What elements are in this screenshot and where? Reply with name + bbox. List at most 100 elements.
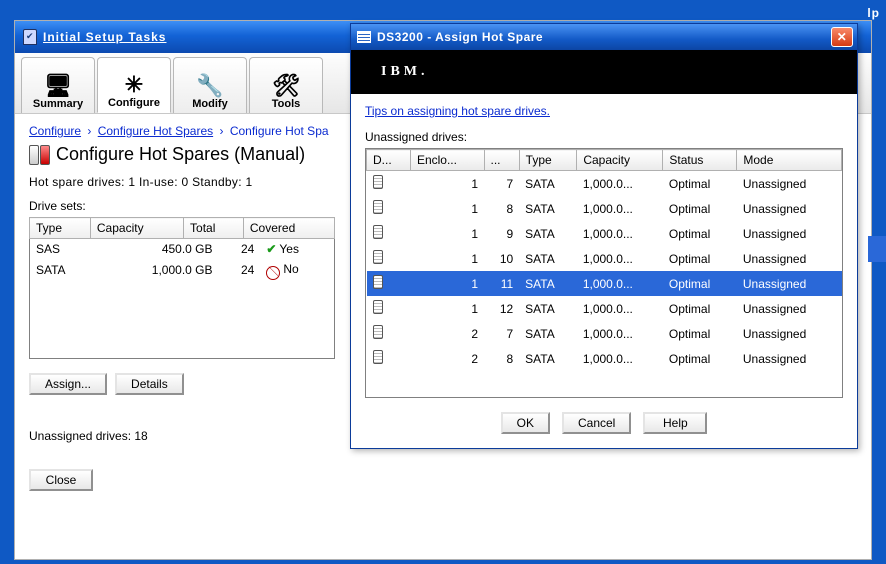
column-header[interactable]: Covered: [243, 218, 334, 239]
cell: SATA: [519, 171, 577, 197]
drive-icon: [373, 300, 383, 314]
cell: SATA: [519, 221, 577, 246]
cell: SATA: [519, 196, 577, 221]
breadcrumb-configure[interactable]: Configure: [29, 124, 81, 138]
cell: 1: [410, 171, 484, 197]
cell: 1,000.0...: [577, 346, 663, 371]
unassigned-drive-row[interactable]: 19SATA1,000.0...OptimalUnassigned: [367, 221, 842, 246]
drive-icon: [373, 350, 383, 364]
cell: 11: [484, 271, 519, 296]
tab-label: Configure: [108, 97, 160, 109]
covered-text: Yes: [279, 242, 299, 256]
drive-icon-cell: [367, 196, 411, 221]
unassigned-drive-row[interactable]: 112SATA1,000.0...OptimalUnassigned: [367, 296, 842, 321]
breadcrumb-hot-spares[interactable]: Configure Hot Spares: [98, 124, 213, 138]
cell: 1,000.0...: [577, 296, 663, 321]
tab-label: Modify: [192, 98, 227, 110]
column-header[interactable]: Type: [519, 150, 577, 171]
unassigned-drive-row[interactable]: 110SATA1,000.0...OptimalUnassigned: [367, 246, 842, 271]
dialog-title: DS3200 - Assign Hot Spare: [377, 30, 543, 44]
tab-label: Tools: [272, 98, 301, 110]
modify-icon: 🔧: [196, 74, 223, 98]
cell: 1: [410, 246, 484, 271]
chevron-right-icon: ›: [219, 124, 223, 138]
column-header[interactable]: D...: [367, 150, 411, 171]
tab-configure[interactable]: ✳Configure: [97, 57, 171, 113]
drive-set-row[interactable]: SAS450.0 GB24✔Yes: [30, 239, 334, 259]
drive-set-row[interactable]: SATA1,000.0 GB24＼No: [30, 259, 334, 281]
drive-icon-cell: [367, 346, 411, 371]
cell: Unassigned: [737, 271, 842, 296]
tab-tools[interactable]: 🛠Tools: [249, 57, 323, 113]
unassigned-drives-table[interactable]: D...Enclo......TypeCapacityStatusMode 17…: [365, 148, 843, 398]
dialog-app-icon: [357, 31, 371, 43]
column-header[interactable]: Enclo...: [410, 150, 484, 171]
covered-text: No: [283, 262, 298, 276]
cell: Unassigned: [737, 246, 842, 271]
unassigned-drive-row[interactable]: 28SATA1,000.0...OptimalUnassigned: [367, 346, 842, 371]
chevron-right-icon: ›: [87, 124, 91, 138]
help-button[interactable]: Help: [643, 412, 707, 434]
column-header[interactable]: Mode: [737, 150, 842, 171]
cell: 1: [410, 271, 484, 296]
cell: 7: [484, 171, 519, 197]
tab-summary[interactable]: 🖥Summary: [21, 57, 95, 113]
breadcrumb-last: Configure Hot Spa: [230, 124, 329, 138]
column-header[interactable]: Total: [184, 218, 244, 239]
check-icon: ✔: [266, 242, 276, 256]
drive-sets-table[interactable]: TypeCapacityTotalCovered: [29, 217, 335, 239]
cell: 7: [484, 321, 519, 346]
cancel-button[interactable]: Cancel: [562, 412, 631, 434]
dialog-close-button[interactable]: ✕: [831, 27, 853, 47]
ok-button[interactable]: OK: [501, 412, 550, 434]
drive-icon: [373, 175, 383, 189]
cell: 1: [410, 296, 484, 321]
unassigned-drive-row[interactable]: 27SATA1,000.0...OptimalUnassigned: [367, 321, 842, 346]
cell: Optimal: [663, 271, 737, 296]
unassigned-drive-row[interactable]: 17SATA1,000.0...OptimalUnassigned: [367, 171, 842, 197]
cell: 10: [484, 246, 519, 271]
cell: 450.0 GB: [99, 239, 219, 259]
cell: Unassigned: [737, 321, 842, 346]
cell: 1,000.0...: [577, 246, 663, 271]
column-header[interactable]: Capacity: [90, 218, 183, 239]
covered-cell: ✔Yes: [260, 239, 334, 259]
cell: 9: [484, 221, 519, 246]
assign-button[interactable]: Assign...: [29, 373, 107, 395]
cell: 1,000.0...: [577, 171, 663, 197]
drive-icon-cell: [367, 296, 411, 321]
unassigned-drive-row[interactable]: 18SATA1,000.0...OptimalUnassigned: [367, 196, 842, 221]
column-header[interactable]: ...: [484, 150, 519, 171]
cell: 2: [410, 346, 484, 371]
dialog-titlebar[interactable]: DS3200 - Assign Hot Spare ✕: [351, 24, 857, 50]
cell: Optimal: [663, 221, 737, 246]
column-header[interactable]: Type: [30, 218, 91, 239]
cell: SATA: [519, 321, 577, 346]
cell: 8: [484, 346, 519, 371]
close-button[interactable]: Close: [29, 469, 93, 491]
cell: Optimal: [663, 346, 737, 371]
background-selection-strip: [868, 236, 886, 262]
cell: Unassigned: [737, 221, 842, 246]
cell: 24: [219, 259, 261, 281]
column-header[interactable]: Status: [663, 150, 737, 171]
unassigned-drive-row[interactable]: 111SATA1,000.0...OptimalUnassigned: [367, 271, 842, 296]
column-header[interactable]: Capacity: [577, 150, 663, 171]
cell: Optimal: [663, 171, 737, 197]
cell: SATA: [30, 259, 99, 281]
cell: SATA: [519, 246, 577, 271]
tips-link[interactable]: Tips on assigning hot spare drives.: [365, 104, 550, 118]
cell: SATA: [519, 346, 577, 371]
cell: 24: [219, 239, 261, 259]
cell: Optimal: [663, 321, 737, 346]
close-icon: ✕: [837, 30, 848, 44]
cell: SATA: [519, 296, 577, 321]
tab-modify[interactable]: 🔧Modify: [173, 57, 247, 113]
unassigned-label: Unassigned drives:: [365, 130, 843, 144]
cell: SATA: [519, 271, 577, 296]
no-entry-icon: ＼: [266, 266, 280, 280]
help-stub: lp: [867, 6, 880, 20]
details-button[interactable]: Details: [115, 373, 184, 395]
main-title-link[interactable]: Initial Setup Tasks: [43, 30, 166, 44]
summary-icon: 🖥: [44, 74, 72, 98]
